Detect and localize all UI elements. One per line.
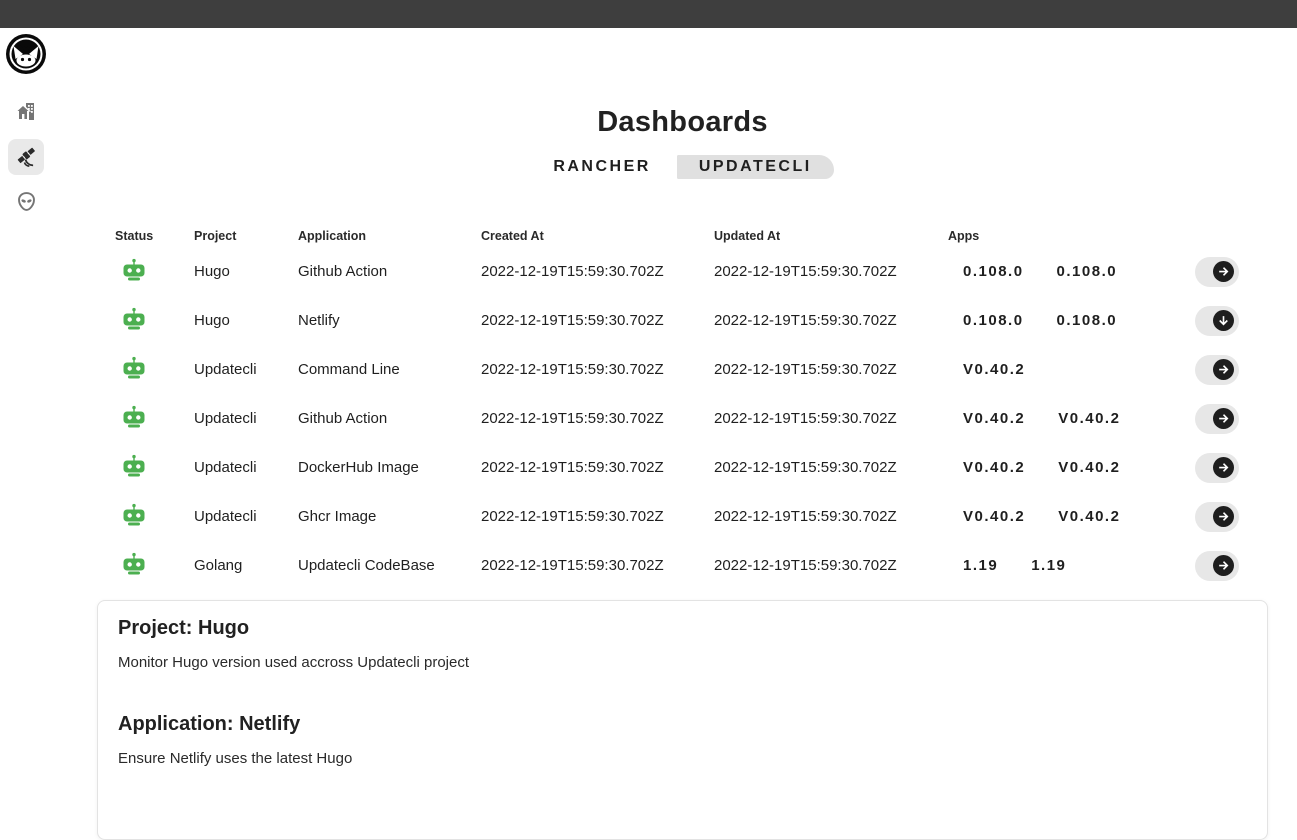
arrow-right-icon [1213, 506, 1234, 527]
table-row: Updatecli DockerHub Image 2022-12-19T15:… [97, 443, 1268, 492]
col-header-created-at: Created At [481, 229, 714, 243]
cell-application: Updatecli CodeBase [298, 557, 481, 574]
application-heading: Application: Netlify [118, 713, 1247, 736]
project-detail-block: Project: Hugo Monitor Hugo version used … [118, 617, 1247, 671]
status-robot-icon [121, 454, 147, 478]
app-version: V0.40.2 [963, 508, 1025, 525]
col-header-project: Project [194, 229, 298, 243]
sidebar-item-alien[interactable] [8, 183, 44, 219]
cell-created-at: 2022-12-19T15:59:30.702Z [481, 263, 714, 280]
cell-project: Updatecli [194, 508, 298, 525]
cell-created-at: 2022-12-19T15:59:30.702Z [481, 508, 714, 525]
cell-application: Ghcr Image [298, 508, 481, 525]
arrow-right-icon [1213, 359, 1234, 380]
app-version: 1.19 [1031, 557, 1066, 574]
cell-created-at: 2022-12-19T15:59:30.702Z [481, 557, 714, 574]
cell-project: Updatecli [194, 361, 298, 378]
cell-application: Github Action [298, 410, 481, 427]
arrow-right-icon [1213, 408, 1234, 429]
application-description: Ensure Netlify uses the latest Hugo [118, 750, 1247, 767]
pipelines-table: Status Project Application Created At Up… [97, 225, 1268, 590]
sidebar-item-home[interactable] [8, 93, 44, 129]
collapse-row-button[interactable] [1195, 306, 1239, 336]
expand-row-button[interactable] [1195, 453, 1239, 483]
app-version: 0.108.0 [1057, 312, 1118, 329]
page-title: Dashboards [97, 106, 1268, 139]
app-version: V0.40.2 [963, 410, 1025, 427]
cell-created-at: 2022-12-19T15:59:30.702Z [481, 361, 714, 378]
main-content: Dashboards RANCHER UPDATECLI Status Proj… [97, 28, 1268, 840]
cell-application: DockerHub Image [298, 459, 481, 476]
cell-updated-at: 2022-12-19T15:59:30.702Z [714, 361, 948, 378]
cell-updated-at: 2022-12-19T15:59:30.702Z [714, 557, 948, 574]
expand-row-button[interactable] [1195, 257, 1239, 287]
tab-updatecli[interactable]: UPDATECLI [677, 155, 834, 179]
status-robot-icon [121, 503, 147, 527]
app-version: V0.40.2 [963, 361, 1025, 378]
cell-updated-at: 2022-12-19T15:59:30.702Z [714, 508, 948, 525]
cell-created-at: 2022-12-19T15:59:30.702Z [481, 312, 714, 329]
expand-row-button[interactable] [1195, 404, 1239, 434]
app-version: V0.40.2 [1058, 459, 1120, 476]
cell-project: Hugo [194, 263, 298, 280]
status-robot-icon [121, 405, 147, 429]
table-row: Hugo Netlify 2022-12-19T15:59:30.702Z 20… [97, 296, 1268, 345]
project-heading: Project: Hugo [118, 617, 1247, 640]
sidebar [0, 28, 97, 219]
home-city-icon [14, 99, 38, 123]
tab-rancher[interactable]: RANCHER [531, 155, 673, 179]
cell-updated-at: 2022-12-19T15:59:30.702Z [714, 263, 948, 280]
status-robot-icon [121, 356, 147, 380]
table-row: Updatecli Github Action 2022-12-19T15:59… [97, 394, 1268, 443]
col-header-status: Status [115, 229, 194, 243]
app-version: 0.108.0 [963, 312, 1024, 329]
col-header-updated-at: Updated At [714, 229, 948, 243]
table-row: Updatecli Ghcr Image 2022-12-19T15:59:30… [97, 492, 1268, 541]
updatecli-logo[interactable] [5, 33, 47, 75]
cell-application: Netlify [298, 312, 481, 329]
cell-created-at: 2022-12-19T15:59:30.702Z [481, 459, 714, 476]
cell-updated-at: 2022-12-19T15:59:30.702Z [714, 312, 948, 329]
expand-row-button[interactable] [1195, 355, 1239, 385]
status-robot-icon [121, 552, 147, 576]
dashboard-tabs: RANCHER UPDATECLI [97, 155, 1268, 179]
table-row: Hugo Github Action 2022-12-19T15:59:30.7… [97, 247, 1268, 296]
arrow-right-icon [1213, 261, 1234, 282]
expand-row-button[interactable] [1195, 502, 1239, 532]
status-robot-icon [121, 258, 147, 282]
arrow-right-icon [1213, 457, 1234, 478]
satellite-icon [14, 145, 38, 169]
cell-project: Updatecli [194, 410, 298, 427]
col-header-apps: Apps [948, 229, 1195, 243]
table-row: Updatecli Command Line 2022-12-19T15:59:… [97, 345, 1268, 394]
cell-application: Github Action [298, 263, 481, 280]
app-version: 0.108.0 [963, 263, 1024, 280]
app-version: 0.108.0 [1057, 263, 1118, 280]
alien-icon [15, 190, 38, 213]
arrow-right-icon [1213, 555, 1234, 576]
col-header-application: Application [298, 229, 481, 243]
app-version: 1.19 [963, 557, 998, 574]
arrow-down-icon [1213, 310, 1234, 331]
pipeline-detail-card: Project: Hugo Monitor Hugo version used … [97, 600, 1268, 840]
status-robot-icon [121, 307, 147, 331]
project-description: Monitor Hugo version used accross Update… [118, 654, 1247, 671]
cell-project: Hugo [194, 312, 298, 329]
app-version: V0.40.2 [963, 459, 1025, 476]
app-version: V0.40.2 [1058, 410, 1120, 427]
sidebar-nav [8, 75, 97, 219]
cell-created-at: 2022-12-19T15:59:30.702Z [481, 410, 714, 427]
cell-project: Golang [194, 557, 298, 574]
app-version: V0.40.2 [1058, 508, 1120, 525]
cell-updated-at: 2022-12-19T15:59:30.702Z [714, 459, 948, 476]
application-detail-block: Application: Netlify Ensure Netlify uses… [118, 713, 1247, 767]
cell-updated-at: 2022-12-19T15:59:30.702Z [714, 410, 948, 427]
expand-row-button[interactable] [1195, 551, 1239, 581]
cell-application: Command Line [298, 361, 481, 378]
sidebar-item-pipelines-active[interactable] [8, 139, 44, 175]
table-row: Golang Updatecli CodeBase 2022-12-19T15:… [97, 541, 1268, 590]
cell-project: Updatecli [194, 459, 298, 476]
top-app-bar [0, 0, 1297, 28]
table-header-row: Status Project Application Created At Up… [97, 225, 1268, 247]
